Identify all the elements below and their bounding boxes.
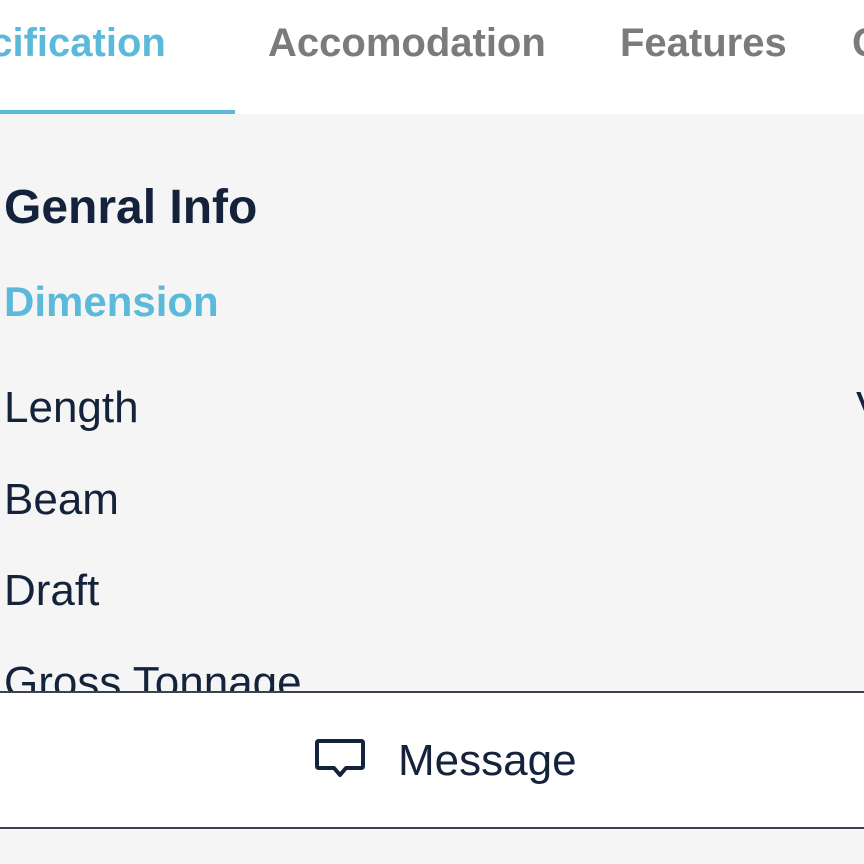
tab-features[interactable]: Features	[620, 20, 787, 66]
bottom-action-bar: Message	[0, 691, 864, 829]
tab-specification[interactable]: ecification	[0, 20, 166, 66]
message-button-label: Message	[398, 736, 577, 785]
section-title: Genral Info	[4, 181, 258, 234]
spec-row-length-label: Length	[4, 383, 139, 432]
yacht-spec-screen: ecification Accomodation Features C Genr…	[0, 0, 864, 864]
footer-strip	[0, 829, 864, 864]
spec-row-length-value: V	[856, 382, 864, 434]
tab-next-partial[interactable]: C	[852, 20, 864, 66]
spec-row-gross-tonnage-label: Gross Tonnage	[4, 658, 302, 691]
spec-content: Genral Info Dimension Length V Beam Draf…	[0, 114, 864, 691]
spec-row-beam-label: Beam	[4, 475, 119, 524]
message-button[interactable]: Message	[0, 693, 864, 827]
spec-row-draft-label: Draft	[4, 566, 100, 615]
tab-accomodation[interactable]: Accomodation	[268, 20, 546, 66]
subsection-title: Dimension	[4, 278, 219, 325]
tab-bar: ecification Accomodation Features C	[0, 0, 864, 114]
chat-bubble-icon	[315, 739, 365, 777]
